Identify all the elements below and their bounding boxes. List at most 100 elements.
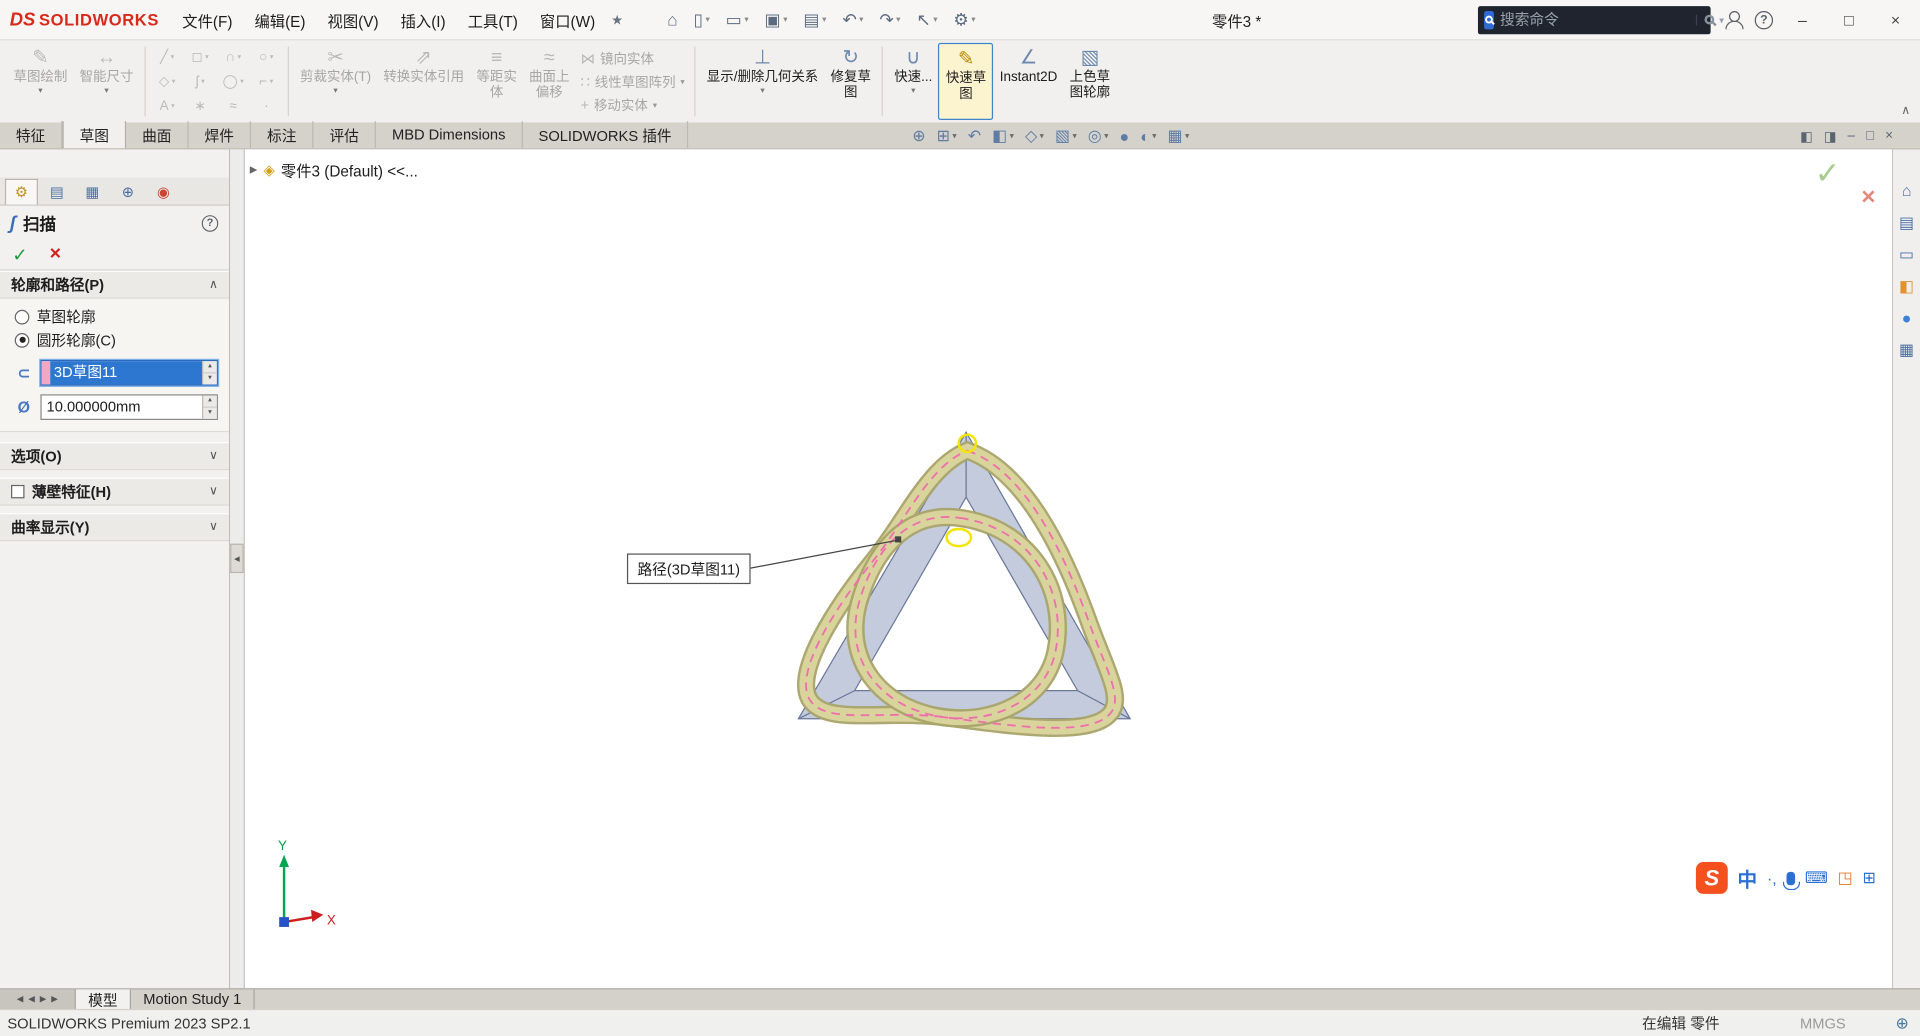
line-tool-button[interactable]: ╱▾ — [151, 45, 184, 69]
window-minimize-button[interactable]: – — [1785, 0, 1819, 40]
diameter-spinner[interactable]: ▴ ▾ — [202, 396, 217, 419]
window-close-button[interactable]: × — [1878, 0, 1912, 40]
surface-offset-button[interactable]: ≈ 曲面上 偏移 — [523, 43, 576, 120]
cancel-button[interactable]: × — [50, 244, 61, 266]
section-thin-feature[interactable]: 薄壁特征(H) ∨ — [0, 478, 229, 506]
ime-skin-icon[interactable]: ◳ — [1838, 868, 1853, 888]
arc-tool-button[interactable]: ∩▾ — [217, 45, 250, 69]
open-button[interactable]: ▭▾ — [726, 11, 749, 28]
section-profile-and-path[interactable]: 轮廓和路径(P) ∧ — [0, 271, 229, 299]
display-delete-relations-button[interactable]: ⊥ 显示/删除几何关系 ▾ — [701, 43, 825, 120]
model-canvas[interactable]: Y X — [245, 149, 1892, 988]
text-tool-button[interactable]: A▾ — [151, 94, 184, 118]
graphics-viewport[interactable]: Y X ▶ ◈ 零件3 (Default) <<... 路径(3D草图11) ✓… — [245, 149, 1892, 988]
account-icon[interactable] — [1723, 10, 1743, 28]
ime-mode-indicator[interactable]: 中 — [1738, 863, 1758, 892]
rapid-sketch-button[interactable]: ✎ 快速草 图 — [938, 43, 993, 120]
point-tool-button[interactable]: ∗ — [184, 94, 217, 118]
spline-tool-button[interactable]: ʃ▾ — [184, 69, 217, 93]
pin-menu-icon[interactable]: ★ — [606, 12, 635, 28]
tab-features[interactable]: 特征 — [0, 121, 62, 148]
select-button[interactable]: ↖▾ — [916, 11, 937, 28]
tab-mbd-dimensions[interactable]: MBD Dimensions — [376, 121, 523, 148]
ellipse-tool-button[interactable]: ◯▾ — [217, 69, 250, 93]
path-spinner[interactable]: ▴ ▾ — [202, 361, 217, 384]
mirror-entities-button[interactable]: ⋈ 镜向实体 — [580, 48, 684, 68]
menu-edit[interactable]: 编辑(E) — [243, 0, 316, 40]
next-tab-icon[interactable]: ▶ — [40, 994, 47, 1004]
section-options[interactable]: 选项(O) ∨ — [0, 442, 229, 470]
configuration-manager-tab[interactable]: ▦ — [76, 179, 109, 205]
pane-right-icon[interactable]: ◨ — [1824, 128, 1837, 144]
view-settings-button[interactable]: ▦▾ — [1168, 126, 1190, 146]
radio-sketch-profile[interactable]: 草图轮廓 — [15, 305, 218, 328]
feature-tree-flyout[interactable]: ▶ ◈ 零件3 (Default) <<... — [250, 158, 418, 181]
zoom-area-button[interactable]: ⊞▾ — [937, 126, 957, 146]
keyboard-icon[interactable]: ⌨ — [1805, 868, 1828, 888]
help-icon[interactable]: ? — [202, 215, 219, 232]
save-button[interactable]: ▣▾ — [765, 11, 788, 28]
file-explorer-icon[interactable]: ▭ — [1899, 245, 1914, 265]
tab-model[interactable]: 模型 — [76, 989, 131, 1009]
redo-button[interactable]: ↷▾ — [879, 11, 900, 28]
custom-properties-icon[interactable]: ▦ — [1899, 340, 1914, 360]
quick-snaps-button[interactable]: ∪ 快速... ▾ — [888, 43, 938, 120]
appearances-icon[interactable]: ◧ — [1899, 277, 1914, 297]
menu-window[interactable]: 窗口(W) — [529, 0, 606, 40]
doc-restore-icon[interactable]: □ — [1866, 129, 1874, 144]
doc-close-icon[interactable]: × — [1885, 129, 1893, 144]
panel-collapse-handle[interactable]: ◂ — [230, 544, 243, 573]
menu-tools[interactable]: 工具(T) — [457, 0, 529, 40]
repair-sketch-button[interactable]: ↻ 修复草 图 — [824, 43, 877, 120]
fillet-tool-button[interactable]: ⌐▾ — [250, 69, 283, 93]
spline-2-tool-button[interactable]: ≈ — [217, 94, 250, 118]
zoom-fit-button[interactable]: ⊕ — [912, 126, 925, 146]
sogou-logo-icon[interactable]: S — [1696, 862, 1728, 894]
globe-icon[interactable]: ⊕ — [1896, 1013, 1909, 1033]
rectangle-tool-button[interactable]: ◻▾ — [184, 45, 217, 69]
section-curvature-display[interactable]: 曲率显示(Y) ∨ — [0, 513, 229, 541]
options-button[interactable]: ⚙▾ — [953, 11, 975, 28]
smart-dimension-button[interactable]: ↔ 智能尺寸 ▾ — [73, 43, 139, 120]
confirm-cancel-icon[interactable]: × — [1861, 184, 1875, 212]
search-icon[interactable] — [1704, 15, 1714, 25]
offset-entities-button[interactable]: ≡ 等距实 体 — [470, 43, 523, 120]
scenes-icon[interactable]: ● — [1902, 309, 1912, 329]
home-tab-icon[interactable]: ⌂ — [1902, 181, 1912, 201]
edit-appearance-button[interactable]: ● — [1119, 127, 1129, 145]
panel-splitter[interactable]: ◂ — [230, 149, 245, 988]
sketch-button[interactable]: ✎ 草图绘制 ▾ — [7, 43, 73, 120]
design-library-icon[interactable]: ▤ — [1899, 213, 1914, 233]
display-style-button[interactable]: ▧▾ — [1055, 126, 1077, 146]
pane-left-icon[interactable]: ◧ — [1800, 128, 1813, 144]
convert-entities-button[interactable]: ⇗ 转换实体引用 — [377, 43, 470, 120]
previous-tab-icon[interactable]: ◀ — [28, 994, 35, 1004]
previous-view-button[interactable]: ↶ — [968, 126, 981, 146]
circle-tool-button[interactable]: ○▾ — [250, 45, 283, 69]
units-indicator[interactable]: MMGS — [1800, 1014, 1846, 1031]
menu-view[interactable]: 视图(V) — [317, 0, 390, 40]
path-selection-field[interactable]: 3D草图11 ▴ ▾ — [40, 360, 218, 386]
tab-weldments[interactable]: 焊件 — [189, 121, 251, 148]
search-input[interactable] — [1500, 11, 1690, 28]
hide-show-items-button[interactable]: ◎▾ — [1088, 126, 1109, 146]
help-icon[interactable]: ? — [1755, 10, 1773, 28]
move-entities-button[interactable]: + 移动实体 ▾ — [580, 95, 684, 115]
instant2d-button[interactable]: ∠ Instant2D — [994, 43, 1064, 120]
display-manager-tab[interactable]: ◉ — [147, 179, 180, 205]
dimxpert-manager-tab[interactable]: ⊕ — [111, 179, 144, 205]
confirm-check-icon[interactable]: ✓ — [1815, 156, 1841, 193]
expander-icon[interactable]: ▶ — [250, 164, 258, 175]
ribbon-collapse-icon[interactable]: ∧ — [1901, 104, 1910, 117]
last-tab-icon[interactable]: ▶ — [51, 994, 58, 1004]
tab-evaluate[interactable]: 评估 — [314, 121, 376, 148]
menu-insert[interactable]: 插入(I) — [390, 0, 457, 40]
tab-surfaces[interactable]: 曲面 — [126, 121, 188, 148]
print-button[interactable]: ▤▾ — [803, 11, 826, 28]
shaded-sketch-contours-button[interactable]: ▧ 上色草 图轮廓 — [1064, 43, 1117, 120]
ime-menu-icon[interactable]: ⊞ — [1862, 868, 1875, 888]
tab-sketch[interactable]: 草图 — [62, 121, 126, 148]
window-maximize-button[interactable]: □ — [1832, 0, 1866, 40]
feature-tree-root[interactable]: 零件3 (Default) <<... — [281, 158, 418, 181]
microphone-icon[interactable] — [1786, 871, 1795, 884]
